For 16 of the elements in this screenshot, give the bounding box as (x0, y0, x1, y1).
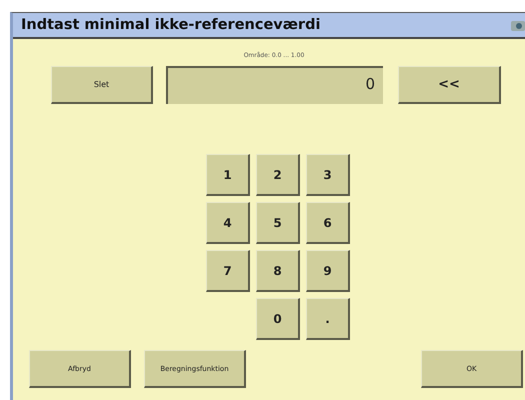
keypad-key[interactable]: 7 (206, 250, 250, 292)
keypad-key[interactable]: 1 (206, 154, 250, 196)
keypad-key[interactable]: 2 (256, 154, 300, 196)
camera-icon[interactable] (511, 19, 525, 31)
delete-button[interactable]: Slet (51, 66, 153, 104)
keypad-key[interactable]: . (306, 298, 350, 340)
backspace-button[interactable]: << (398, 66, 501, 104)
keypad-key[interactable]: 4 (206, 202, 250, 244)
keypad-key[interactable]: 8 (256, 250, 300, 292)
keypad-key[interactable]: 6 (306, 202, 350, 244)
window-title: Indtast minimal ikke-referenceværdi (21, 17, 320, 33)
keypad-key[interactable]: 9 (306, 250, 350, 292)
value-field[interactable]: 0 (166, 66, 383, 104)
keypad-key[interactable]: 5 (256, 202, 300, 244)
keypad-key[interactable]: 0 (256, 298, 300, 340)
keypad-key[interactable]: 3 (306, 154, 350, 196)
